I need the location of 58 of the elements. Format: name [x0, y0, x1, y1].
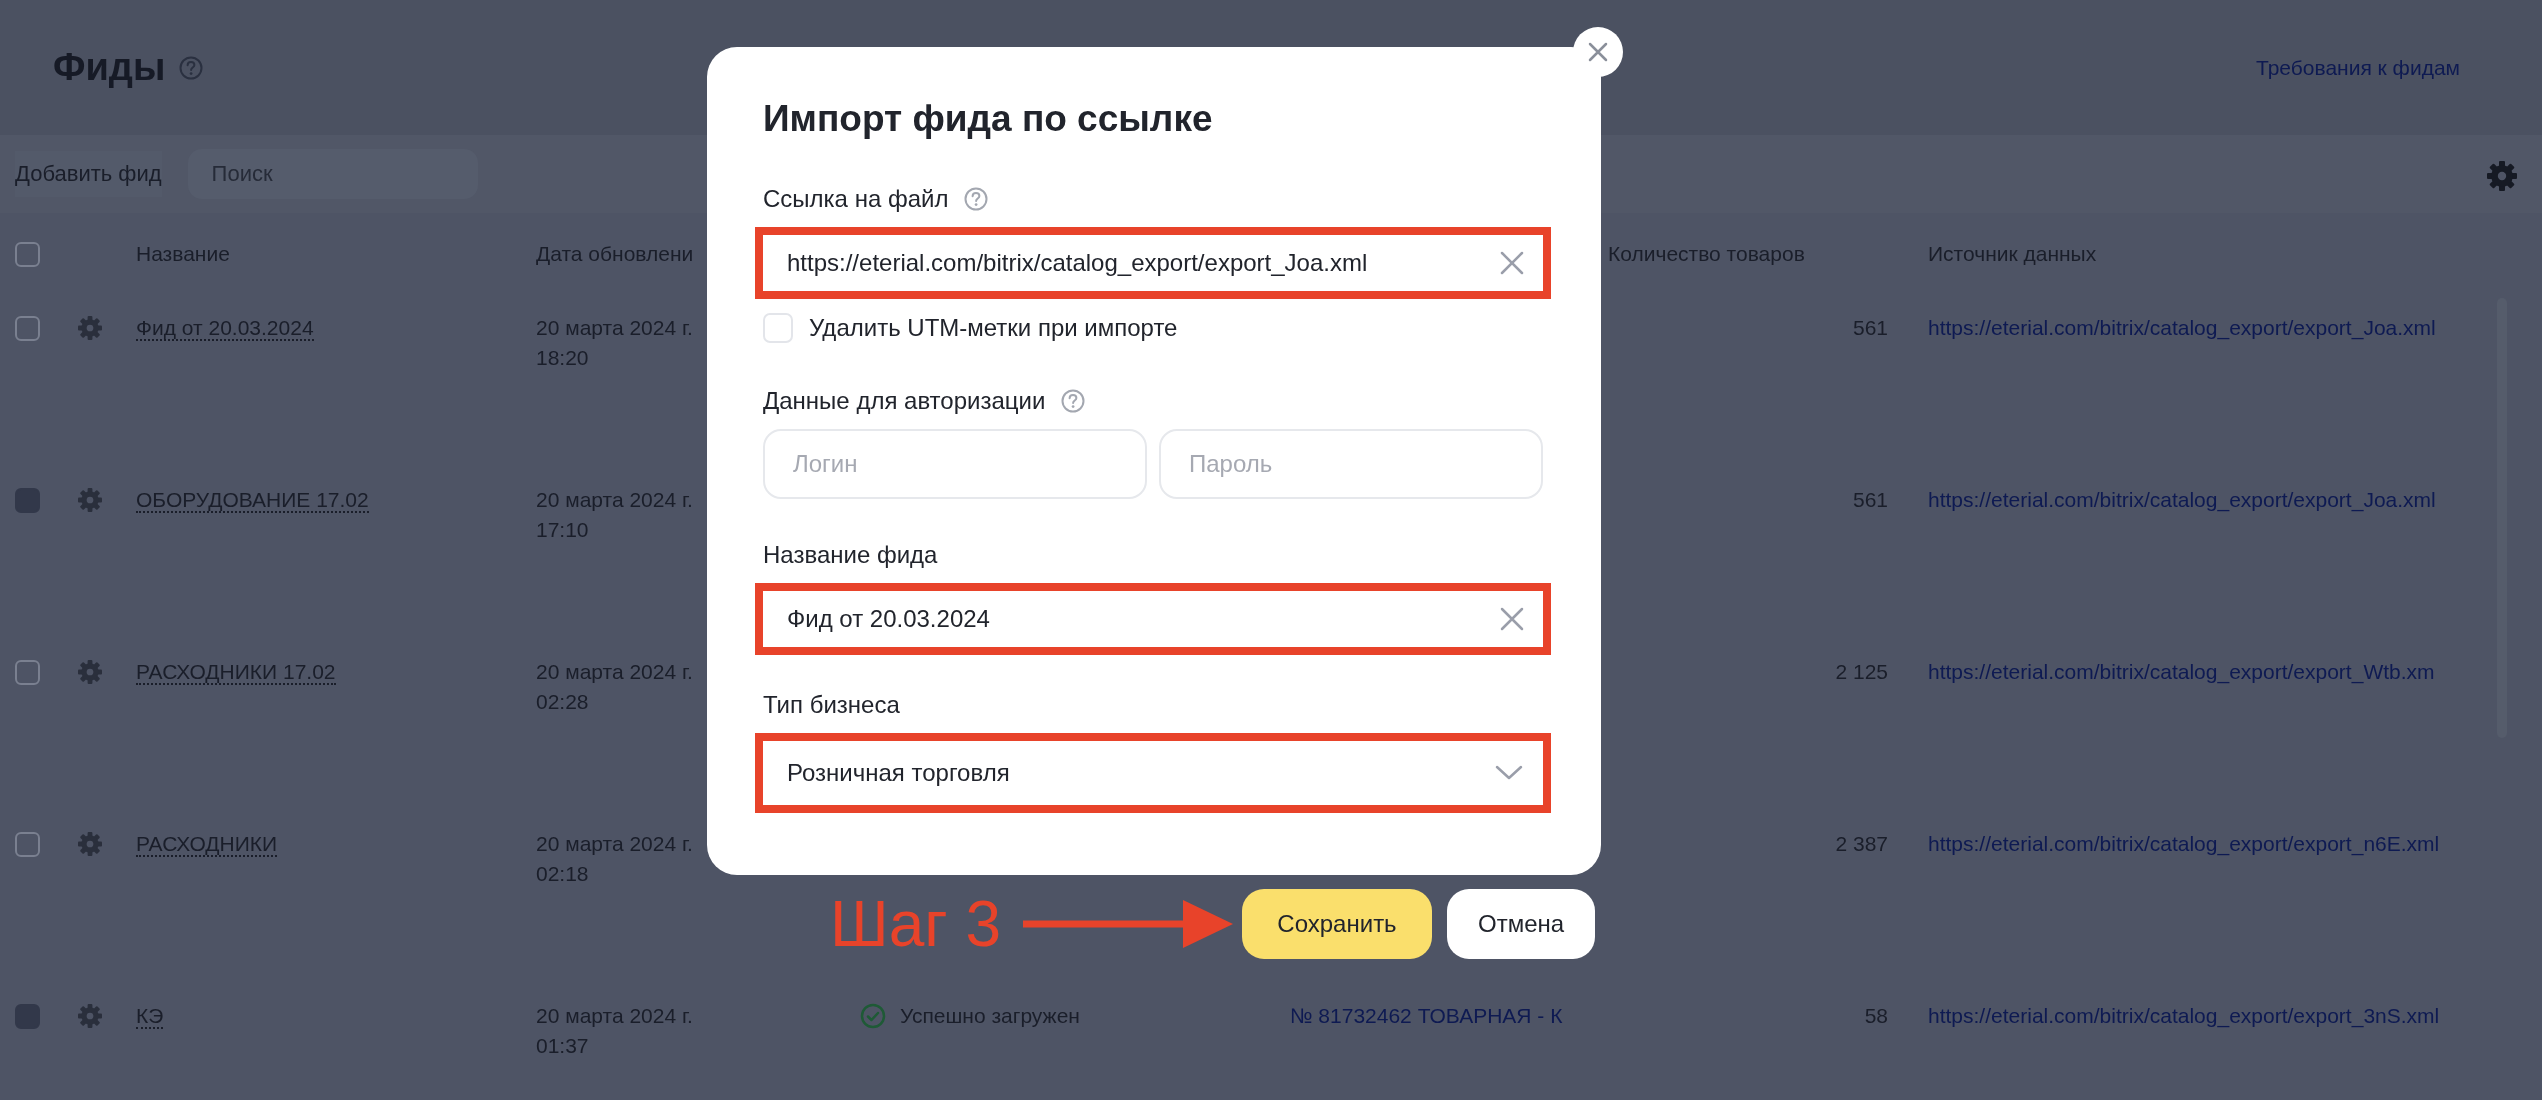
- time-text: 02:28: [536, 689, 589, 715]
- time-text: 18:20: [536, 345, 589, 371]
- column-header: Источник данных: [1927, 241, 2098, 267]
- clear-icon[interactable]: [1499, 606, 1525, 632]
- field-value: Фид от 20.03.2024: [787, 605, 990, 633]
- count-text: 2 125: [1835, 660, 1888, 683]
- time-text: 01:37: [536, 1033, 589, 1059]
- gear-icon[interactable]: [78, 488, 102, 512]
- checkbox[interactable]: [15, 832, 40, 857]
- date-text: 20 марта 2024 г.: [536, 659, 693, 685]
- save-button[interactable]: Сохранить: [1242, 889, 1432, 959]
- feed-name-link[interactable]: РАСХОДНИКИ: [136, 832, 278, 857]
- field-label: Ссылка на файл: [763, 185, 949, 213]
- count-text: 2 387: [1835, 832, 1888, 855]
- help-icon[interactable]: [179, 55, 204, 80]
- checkbox[interactable]: [15, 660, 40, 685]
- close-icon: [1587, 41, 1609, 63]
- gear-icon[interactable]: [78, 1004, 102, 1028]
- count-text: 561: [1852, 488, 1888, 511]
- time-text: 02:18: [536, 861, 589, 887]
- time-text: 17:10: [536, 517, 589, 543]
- requirements-link[interactable]: Требования к фидам: [2256, 55, 2460, 80]
- help-icon[interactable]: [964, 187, 989, 211]
- status-text: Успешно загружен: [900, 1003, 1080, 1029]
- gear-icon[interactable]: [78, 832, 102, 856]
- checkbox[interactable]: [15, 241, 40, 267]
- source-link[interactable]: https://eterial.com/bitrix/catalog_export/export_n6E.xml: [1928, 832, 2440, 855]
- date-text: 20 марта 2024 г.: [536, 315, 693, 341]
- checkbox[interactable]: [15, 316, 40, 341]
- checkbox-label: Удалить UTM-метки при импорте: [809, 314, 1178, 342]
- clear-icon[interactable]: [1499, 250, 1525, 276]
- date-text: 20 марта 2024 г.: [536, 487, 693, 513]
- column-header: Название: [136, 241, 231, 267]
- count-text: 58: [1864, 1004, 1888, 1027]
- cancel-button[interactable]: Отмена: [1447, 889, 1596, 959]
- field-label: Данные для авторизации: [763, 387, 1046, 415]
- input-field[interactable]: Пароль: [1159, 429, 1543, 499]
- gear-icon[interactable]: [78, 316, 102, 340]
- feed-name-link[interactable]: РАСХОДНИКИ 17.02: [136, 660, 336, 685]
- count-text: 561: [1852, 316, 1888, 339]
- source-link[interactable]: https://eterial.com/bitrix/catalog_export/export_Joa.xml: [1928, 316, 2436, 339]
- gear-icon[interactable]: [78, 660, 102, 684]
- feed-name-link[interactable]: Фид от 20.03.2024: [136, 316, 314, 341]
- step-label: Шаг 3: [830, 887, 1001, 962]
- field-label: Название фида: [763, 541, 938, 569]
- date-text: 20 марта 2024 г.: [536, 831, 693, 857]
- check-circle-icon: [860, 1003, 886, 1029]
- field-label: Тип бизнеса: [763, 691, 900, 719]
- field-value: Розничная торговля: [787, 759, 1010, 787]
- input-field[interactable]: Логин: [763, 429, 1147, 499]
- date-text: 20 марта 2024 г.: [536, 1003, 693, 1029]
- dialog-title: Импорт фида по ссылке: [763, 97, 1214, 141]
- help-icon[interactable]: [1061, 389, 1086, 413]
- page-title: Фиды: [53, 46, 166, 89]
- source-link[interactable]: https://eterial.com/bitrix/catalog_export/export_Wtb.xm: [1928, 660, 2435, 683]
- chevron-down-icon: [1495, 765, 1523, 781]
- field-value: https://eterial.com/bitrix/catalog_export/export_Joa.xml: [787, 249, 1368, 277]
- column-header: Количество товаров: [1607, 241, 1806, 267]
